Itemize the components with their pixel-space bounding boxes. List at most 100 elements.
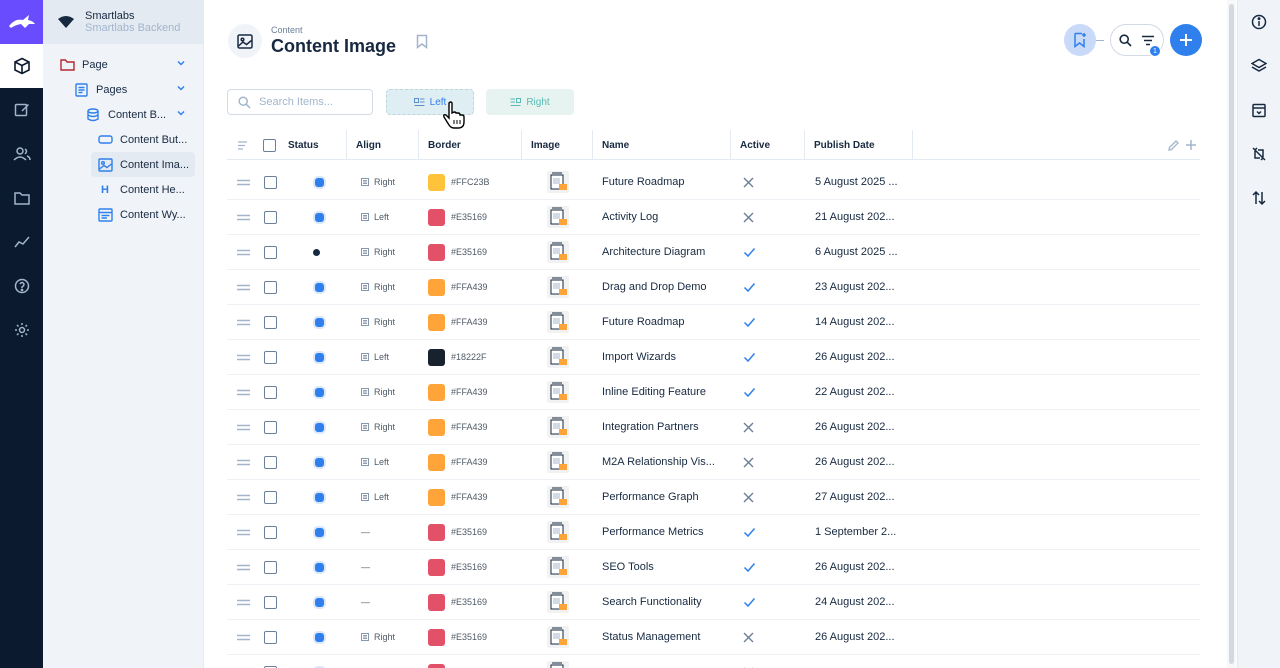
table-row[interactable]: Left #18222F Import Wizards 26 August 202..… [227, 340, 1200, 375]
drag-handle-icon[interactable] [237, 445, 250, 479]
table-row[interactable]: Right #FFA439 Integration Partners 26 Augus… [227, 410, 1200, 445]
bookmark-icon[interactable] [416, 34, 428, 49]
create-item-button[interactable] [1170, 24, 1202, 56]
drag-handle-icon[interactable] [237, 235, 250, 269]
drag-handle-icon[interactable] [237, 550, 250, 584]
column-header-border[interactable]: Border [428, 130, 461, 160]
column-divider[interactable] [521, 130, 522, 160]
nav-item-content-blocks[interactable]: Content B... [43, 102, 203, 127]
content-module-icon[interactable] [0, 44, 43, 88]
sort-manual-icon[interactable] [237, 130, 248, 160]
nav-item-content-image[interactable]: Content Ima... [91, 152, 195, 177]
nav-item-content-heading[interactable]: H Content He... [43, 177, 203, 202]
column-divider[interactable] [592, 130, 593, 160]
select-all-checkbox[interactable] [263, 130, 276, 160]
row-checkbox[interactable] [264, 235, 277, 269]
drag-handle-icon[interactable] [237, 165, 250, 199]
row-checkbox[interactable] [264, 410, 277, 444]
table-row[interactable]: — #E35169 Search Functionality 24 August 20… [227, 585, 1200, 620]
drag-handle-icon[interactable] [237, 620, 250, 654]
drag-handle-icon[interactable] [237, 270, 250, 304]
search-icon[interactable] [1119, 33, 1132, 47]
drag-handle-icon[interactable] [237, 480, 250, 514]
drag-handle-icon[interactable] [237, 305, 250, 339]
row-checkbox[interactable] [264, 585, 277, 619]
filter-icon[interactable] [1141, 35, 1155, 46]
chevron-down-icon[interactable] [175, 57, 187, 69]
info-icon[interactable] [1238, 0, 1280, 44]
drag-handle-icon[interactable] [237, 585, 250, 619]
archive-icon[interactable] [1238, 88, 1280, 132]
drag-handle-icon[interactable] [237, 200, 250, 234]
nav-item-content-wysiwyg[interactable]: Content Wy... [43, 202, 203, 227]
row-checkbox[interactable] [264, 620, 277, 654]
color-swatch [428, 523, 445, 541]
layout-layers-icon[interactable] [1238, 44, 1280, 88]
row-checkbox[interactable] [264, 375, 277, 409]
app-logo[interactable] [0, 0, 43, 44]
drag-handle-icon[interactable] [237, 410, 250, 444]
nav-item-pages[interactable]: Pages [43, 77, 203, 102]
insights-module-icon[interactable] [0, 220, 43, 264]
column-divider[interactable] [912, 130, 913, 160]
column-divider[interactable] [730, 130, 731, 160]
users-module-icon[interactable] [0, 132, 43, 176]
row-checkbox[interactable] [264, 550, 277, 584]
search-filter-group[interactable]: 1 [1110, 24, 1164, 57]
drag-handle-icon[interactable] [237, 340, 250, 374]
main-scrollbar[interactable] [1227, 0, 1236, 668]
sync-disabled-icon[interactable] [1238, 132, 1280, 176]
column-divider[interactable] [418, 130, 419, 160]
chevron-down-icon[interactable] [175, 82, 187, 94]
table-row[interactable]: Left #E35169 Activity Log 21 August 202... [227, 200, 1200, 235]
column-header-publish-date[interactable]: Publish Date [814, 130, 875, 160]
help-module-icon[interactable] [0, 264, 43, 308]
breadcrumb[interactable]: Content [271, 25, 396, 35]
column-divider[interactable] [804, 130, 805, 160]
column-header-name[interactable]: Name [602, 130, 629, 160]
table-row[interactable]: Right #E35169 Architecture Diagram 6 August… [227, 235, 1200, 270]
column-header-status[interactable]: Status [288, 130, 319, 160]
table-row[interactable]: Right #FFA439 Inline Editing Feature 22 Aug… [227, 375, 1200, 410]
column-header-active[interactable]: Active [740, 130, 770, 160]
nav-item-content-button[interactable]: Content But... [43, 127, 203, 152]
create-bookmark-button[interactable] [1064, 24, 1096, 56]
settings-module-icon[interactable] [0, 308, 43, 352]
row-checkbox[interactable] [264, 165, 277, 199]
column-divider[interactable] [346, 130, 347, 160]
row-checkbox[interactable] [264, 270, 277, 304]
drag-handle-icon[interactable] [237, 655, 250, 668]
table-row[interactable]: Right #FFA439 Future Roadmap 14 August 202.… [227, 305, 1200, 340]
row-checkbox[interactable] [264, 480, 277, 514]
row-checkbox[interactable] [264, 515, 277, 549]
table-row[interactable]: Left #FFA439 M2A Relationship Vis... 26 Aug… [227, 445, 1200, 480]
project-switcher[interactable]: Smartlabs Smartlabs Backend [43, 0, 203, 44]
row-checkbox[interactable] [264, 340, 277, 374]
edit-module-icon[interactable] [0, 88, 43, 132]
table-row[interactable]: — #E35169 SEO Tools 26 August 202... [227, 550, 1200, 585]
table-row[interactable]: Right #E35169 Status Management 26 August 2… [227, 620, 1200, 655]
align-right-preset[interactable]: Right [486, 89, 574, 115]
nav-item-page[interactable]: Page [43, 52, 203, 77]
chevron-down-icon[interactable] [175, 107, 187, 119]
row-checkbox[interactable] [264, 445, 277, 479]
column-header-align[interactable]: Align [356, 130, 381, 160]
table-row[interactable]: — #E35169 Performance Metrics 1 September 2… [227, 515, 1200, 550]
import-export-icon[interactable] [1238, 176, 1280, 220]
table-row[interactable]: Left #FFA439 Performance Graph 27 August 20… [227, 480, 1200, 515]
drag-handle-icon[interactable] [237, 375, 250, 409]
row-checkbox[interactable] [264, 200, 277, 234]
table-row[interactable]: Right #FFA439 Drag and Drop Demo 23 August … [227, 270, 1200, 305]
search-input[interactable]: Search Items... [227, 89, 373, 115]
files-module-icon[interactable] [0, 176, 43, 220]
table-row[interactable]: Right #FFC23B Future Roadmap 5 August 2025 … [227, 165, 1200, 200]
drag-handle-icon[interactable] [237, 515, 250, 549]
row-checkbox[interactable] [264, 655, 277, 668]
folder-icon [59, 57, 75, 73]
column-header-image[interactable]: Image [531, 130, 560, 160]
row-checkbox[interactable] [264, 305, 277, 339]
color-swatch [428, 243, 445, 261]
edit-columns-icon[interactable] [1167, 130, 1180, 160]
add-column-icon[interactable] [1185, 130, 1197, 160]
table-row[interactable]: Right #E35169 [227, 655, 1200, 668]
